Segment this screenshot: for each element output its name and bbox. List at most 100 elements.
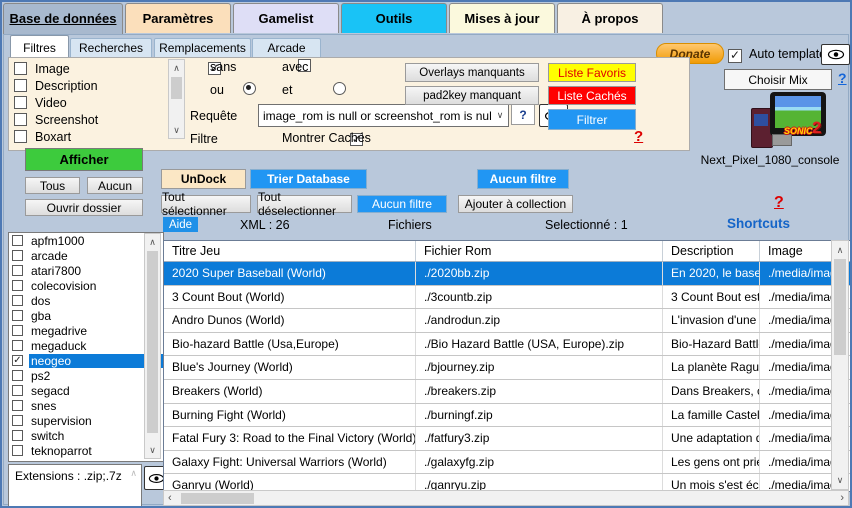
table-row[interactable]: Bio-hazard Battle (Usa,Europe)./Bio Haza…	[164, 333, 850, 357]
systems-scrollbar[interactable]: ∧ ∨	[144, 233, 161, 459]
system-item-dos[interactable]: dos	[9, 293, 163, 308]
table-row[interactable]: Andro Dunos (World)./androdun.zipL'invas…	[164, 309, 850, 333]
system-item-atari7800[interactable]: atari7800	[9, 263, 163, 278]
system-item-switch[interactable]: switch	[9, 428, 163, 443]
scrollbar-thumb[interactable]	[834, 259, 846, 355]
table-vertical-scrollbar[interactable]: ∧ ∨	[831, 240, 849, 490]
console-thumbnail[interactable]: SONIC 2	[748, 90, 830, 150]
checkbox[interactable]	[12, 280, 23, 291]
scroll-down-icon[interactable]: ∨	[169, 123, 184, 137]
system-item-segacd[interactable]: segacd	[9, 383, 163, 398]
subtab-arcade[interactable]: Arcade	[252, 38, 321, 58]
checkbox[interactable]	[12, 340, 23, 351]
aucun-filtre-secondary-button[interactable]: Aucun filtre	[357, 195, 447, 213]
system-item-megaduck[interactable]: megaduck	[9, 338, 163, 353]
checkbox[interactable]	[14, 130, 27, 143]
choisir-mix-button[interactable]: Choisir Mix	[724, 69, 832, 90]
pad2key-manquant-button[interactable]: pad2key manquant	[405, 86, 539, 105]
preview-eye-button[interactable]	[821, 44, 850, 65]
extensions-box[interactable]: Extensions : .zip;.7z ∧	[8, 464, 142, 508]
aucun-filtre-primary-button[interactable]: Aucun filtre	[477, 169, 569, 189]
table-row[interactable]: 3 Count Bout (World)./3countb.zip3 Count…	[164, 286, 850, 310]
system-item-colecovision[interactable]: colecovision	[9, 278, 163, 293]
tab-outils[interactable]: Outils	[341, 3, 447, 33]
tous-button[interactable]: Tous	[25, 177, 80, 194]
checkbox[interactable]	[12, 400, 23, 411]
column-header-fichier-rom[interactable]: Fichier Rom	[416, 241, 663, 261]
query-help-button[interactable]: ?	[511, 104, 535, 125]
tab-a-propos[interactable]: À propos	[557, 3, 663, 33]
checkbox[interactable]	[12, 370, 23, 381]
scroll-up-icon[interactable]: ∧	[832, 243, 848, 257]
scroll-right-icon[interactable]: ›	[840, 491, 844, 506]
tab-base-de-donnees[interactable]: Base de données	[3, 3, 123, 35]
checkbox[interactable]	[14, 96, 27, 109]
column-header-titre-jeu[interactable]: Titre Jeu	[164, 241, 416, 261]
subtab-remplacements[interactable]: Remplacements	[154, 38, 251, 58]
scroll-left-icon[interactable]: ‹	[168, 491, 172, 506]
filtrer-button[interactable]: Filtrer	[548, 109, 636, 130]
checkbox[interactable]	[12, 430, 23, 441]
afficher-button[interactable]: Afficher	[25, 148, 143, 171]
column-header-image[interactable]: Image	[760, 241, 832, 261]
table-row[interactable]: Breakers (World)./breakers.zipDans Break…	[164, 380, 850, 404]
aide-badge[interactable]: Aide	[163, 217, 198, 232]
checkbox[interactable]	[14, 79, 27, 92]
system-item-teknoparrot[interactable]: teknoparrot	[9, 443, 163, 458]
table-row[interactable]: Galaxy Fight: Universal Warriors (World)…	[164, 451, 850, 475]
trier-database-button[interactable]: Trier Database	[250, 169, 367, 189]
table-row[interactable]: Burning Fight (World)./burningf.zipLa fa…	[164, 404, 850, 428]
system-item-arcade[interactable]: arcade	[9, 248, 163, 263]
checkbox[interactable]	[12, 445, 23, 456]
liste-favoris-button[interactable]: Liste Favoris	[548, 63, 636, 82]
tab-gamelist[interactable]: Gamelist	[233, 3, 339, 33]
collection-help-mark[interactable]: ?	[774, 194, 784, 212]
table-row[interactable]: 2020 Super Baseball (World)./2020bb.zipE…	[164, 262, 850, 286]
scroll-up-icon[interactable]: ∧	[145, 235, 160, 249]
system-item-neogeo[interactable]: ✓neogeo	[9, 353, 163, 368]
table-row[interactable]: Blue's Journey (World)./bjourney.zipLa p…	[164, 356, 850, 380]
checkbox[interactable]	[12, 265, 23, 276]
checkbox[interactable]	[14, 62, 27, 75]
checkbox[interactable]	[12, 235, 23, 246]
checkbox[interactable]	[12, 310, 23, 321]
system-item-ps2[interactable]: ps2	[9, 368, 163, 383]
system-item-snes[interactable]: snes	[9, 398, 163, 413]
tab-mises-a-jour[interactable]: Mises à jour	[449, 3, 555, 33]
liste-caches-button[interactable]: Liste Cachés	[548, 86, 636, 105]
table-row[interactable]: Fatal Fury 3: Road to the Final Victory …	[164, 427, 850, 451]
system-item-supervision[interactable]: supervision	[9, 413, 163, 428]
filter-help-mark[interactable]: ?	[634, 128, 643, 145]
scroll-down-icon[interactable]: ∨	[832, 473, 848, 487]
chevron-down-icon[interactable]: ∨	[492, 110, 508, 121]
checkbox[interactable]	[12, 250, 23, 261]
scrollbar-thumb[interactable]	[171, 77, 182, 99]
checkbox[interactable]: ✓	[12, 355, 23, 366]
checkbox[interactable]	[12, 295, 23, 306]
auto-template-checkbox[interactable]: ✓	[728, 49, 742, 63]
requete-combobox[interactable]: image_rom is null or screenshot_rom is n…	[258, 104, 509, 127]
undock-button[interactable]: UnDock	[161, 169, 246, 189]
mix-help-mark[interactable]: ?	[838, 70, 847, 86]
et-radio[interactable]	[333, 82, 346, 95]
scrollbar-thumb[interactable]	[181, 493, 254, 504]
checkbox[interactable]	[14, 113, 27, 126]
aucun-button[interactable]: Aucun	[87, 177, 143, 194]
subtab-filtres[interactable]: Filtres	[10, 35, 69, 59]
subtab-recherches[interactable]: Recherches	[70, 38, 152, 58]
overlays-manquants-button[interactable]: Overlays manquants	[405, 63, 539, 82]
scrollbar-thumb[interactable]	[147, 251, 158, 433]
column-header-description[interactable]: Description	[663, 241, 760, 261]
checkbox[interactable]	[12, 415, 23, 426]
system-item-megadrive[interactable]: megadrive	[9, 323, 163, 338]
checkbox[interactable]	[12, 385, 23, 396]
checkbox[interactable]	[12, 325, 23, 336]
ouvrir-dossier-button[interactable]: Ouvrir dossier	[25, 199, 143, 216]
system-item-apfm1000[interactable]: apfm1000	[9, 233, 163, 248]
ajouter-collection-button[interactable]: Ajouter à collection	[458, 195, 573, 213]
tout-deselectionner-button[interactable]: Tout déselectionner	[257, 195, 352, 213]
table-horizontal-scrollbar[interactable]: ‹ ›	[163, 490, 849, 506]
scroll-up-icon[interactable]: ∧	[169, 61, 184, 75]
scroll-down-icon[interactable]: ∨	[145, 443, 160, 457]
system-item-gba[interactable]: gba	[9, 308, 163, 323]
